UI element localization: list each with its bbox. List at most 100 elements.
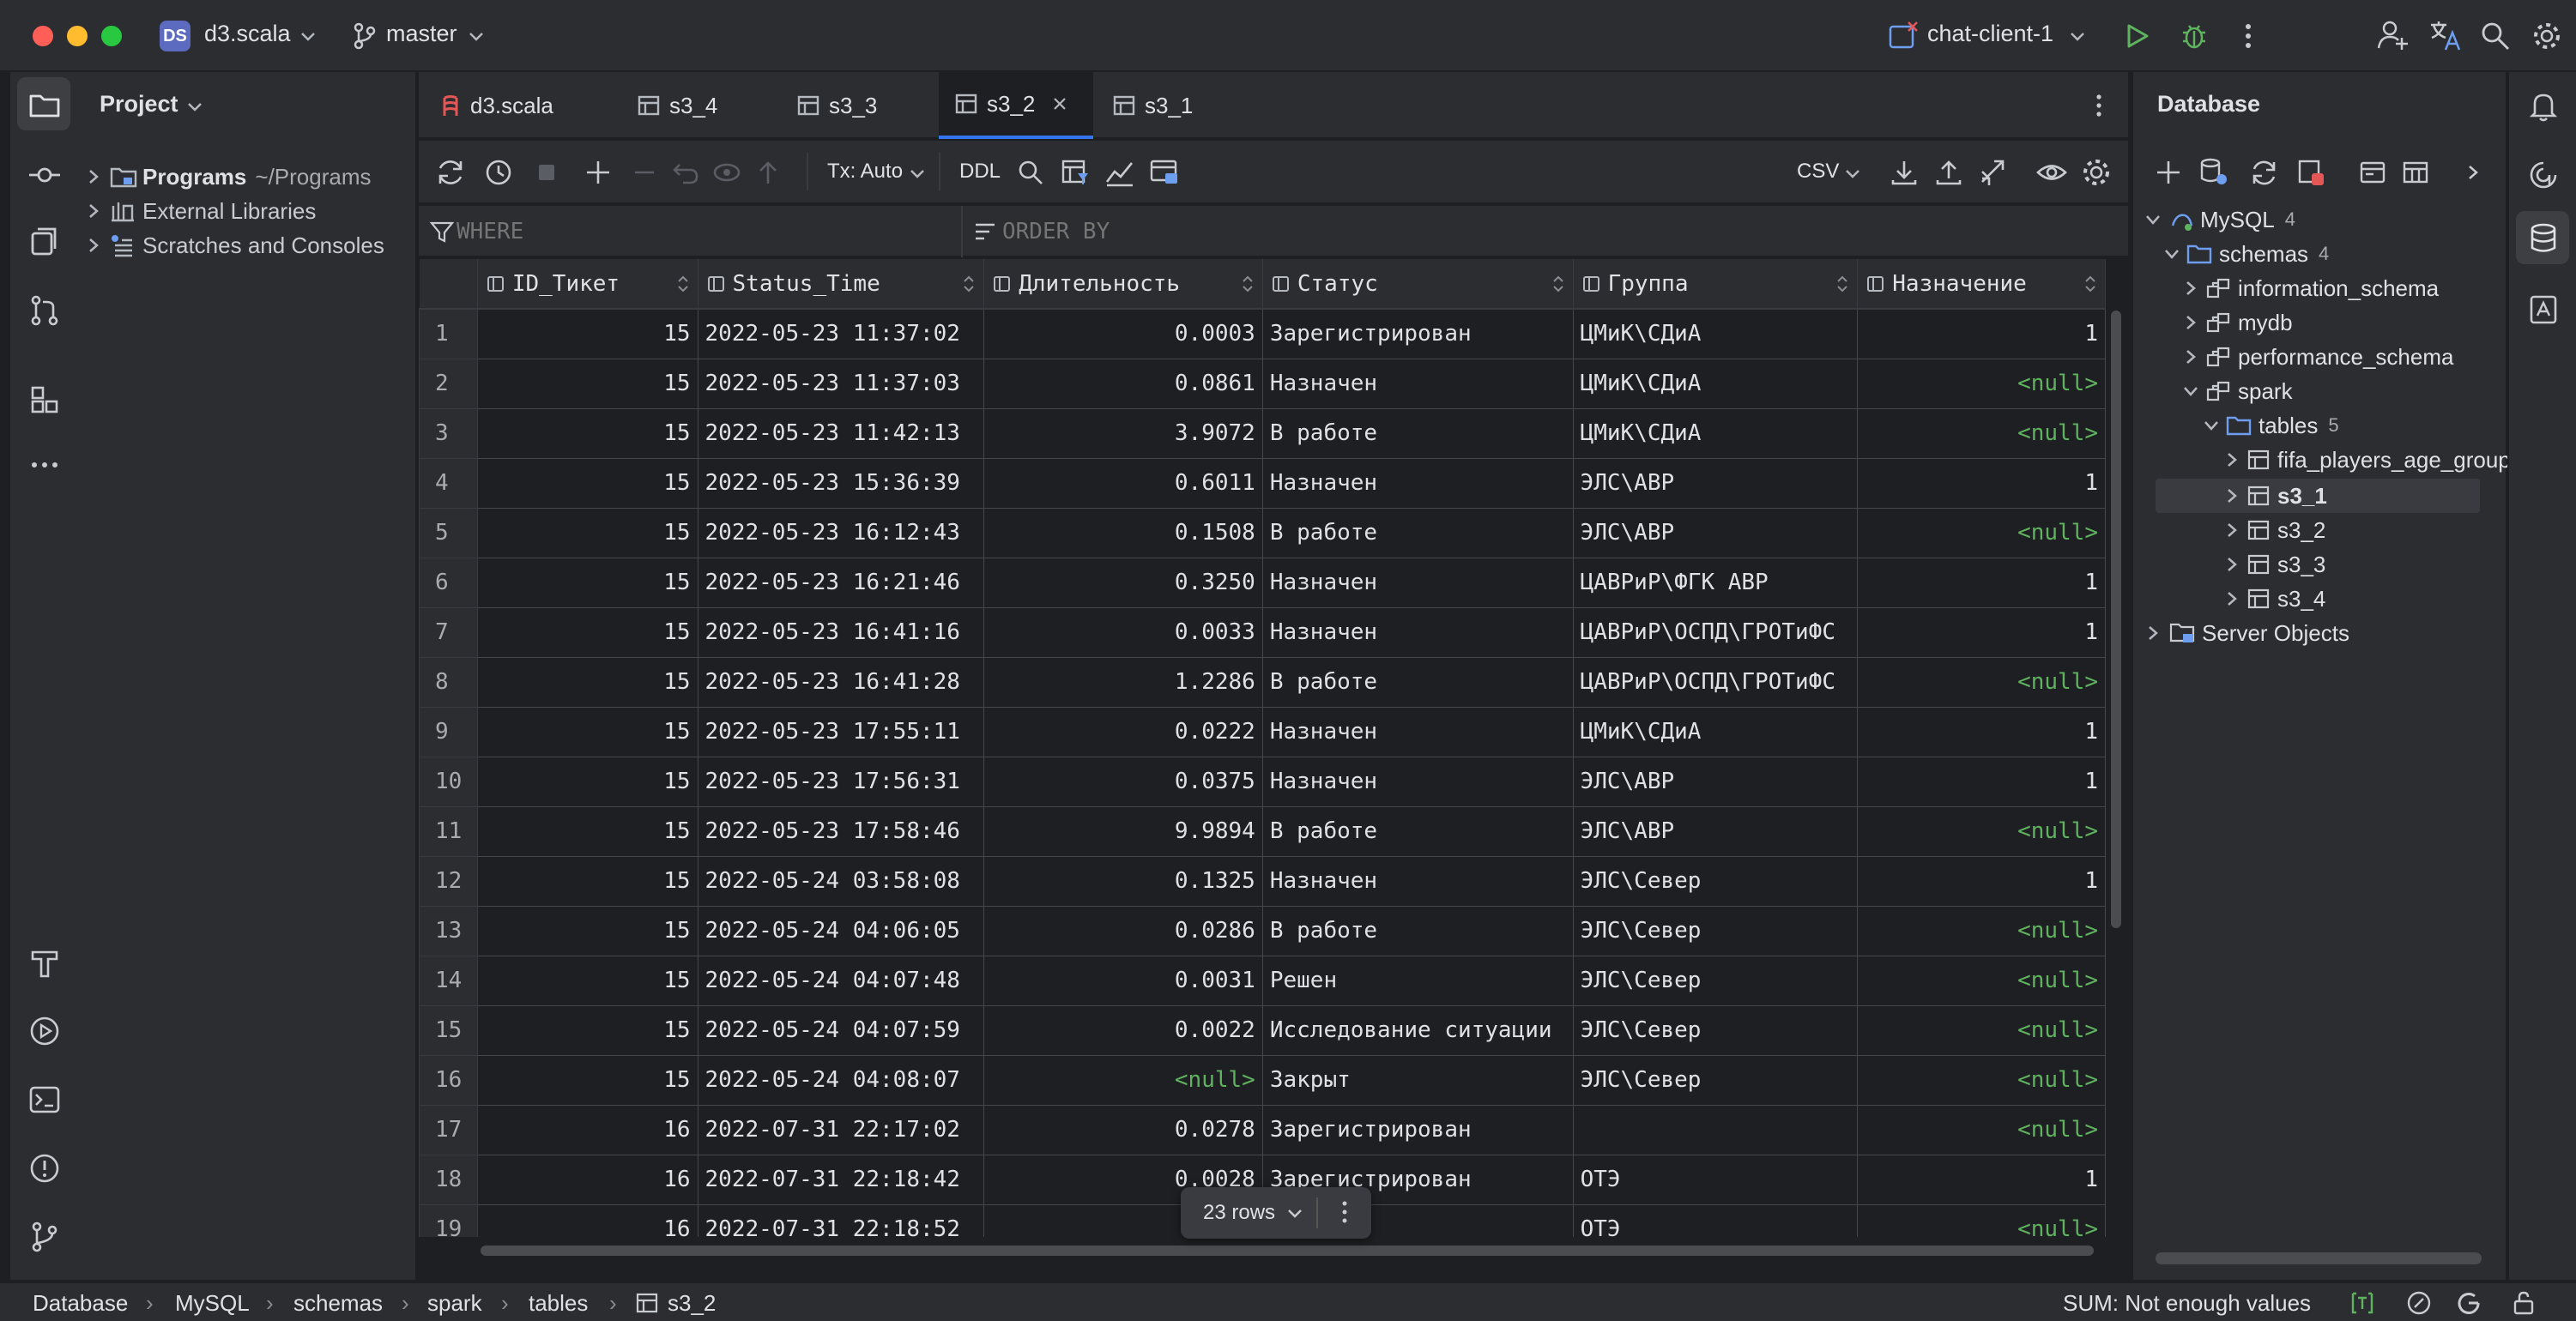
cell-status-time[interactable]: 2022-05-23 16:41:16	[697, 606, 985, 658]
cell-status-time[interactable]: 2022-05-24 04:08:07	[697, 1054, 985, 1106]
cell-status-time[interactable]: 2022-05-23 11:37:03	[697, 358, 985, 409]
table-row[interactable]: 6 15 2022-05-23 16:21:46 0.3250 Назначен ЦАВР…	[419, 557, 2106, 608]
branch-dropdown[interactable]: master	[386, 21, 457, 47]
sql-console-icon[interactable]	[2526, 292, 2561, 326]
cell-id-ticket[interactable]: 15	[476, 706, 698, 757]
table-row[interactable]: 1 15 2022-05-23 11:37:02 0.0003 Зарегистриро…	[419, 308, 2106, 359]
cell-assignment[interactable]: <null>	[1857, 1104, 2106, 1155]
transaction-mode-dropdown[interactable]: Tx: Auto	[827, 160, 903, 184]
cell-status-time[interactable]: 2022-05-24 04:06:05	[697, 905, 985, 956]
breadcrumb-mysql[interactable]: MySQL	[175, 1290, 250, 1317]
cell-id-ticket[interactable]: 15	[476, 358, 698, 409]
cell-duration[interactable]: <null>	[983, 1054, 1263, 1106]
add-icon[interactable]	[2154, 158, 2183, 187]
tree-item-mysql[interactable]: MySQL 4	[2144, 202, 2295, 237]
sort-toggle-icon[interactable]	[677, 271, 689, 297]
tree-item-schemas[interactable]: schemas 4	[2162, 237, 2329, 271]
tree-item-s3-4[interactable]: s3_4	[2222, 582, 2325, 616]
table-row[interactable]: 14 15 2022-05-24 04:07:48 0.0031 Решен ЭЛС\Се…	[419, 955, 2106, 1006]
tab-s3-2-active[interactable]: s3_2	[939, 72, 1093, 139]
cell-status[interactable]: Закрыт	[1261, 1054, 1574, 1106]
table-row[interactable]: 17 16 2022-07-31 22:17:02 0.0278 Зарегистрир…	[419, 1104, 2106, 1155]
sort-toggle-icon[interactable]	[963, 271, 975, 297]
tree-item-performance-schema[interactable]: performance_schema	[2181, 340, 2453, 374]
cell-assignment[interactable]: 1	[1857, 1154, 2106, 1205]
refresh-icon[interactable]	[434, 156, 467, 189]
cell-group[interactable]: ЭЛС\Север	[1572, 905, 1859, 956]
cell-assignment[interactable]: <null>	[1857, 507, 2106, 558]
cell-id-ticket[interactable]: 15	[476, 1054, 698, 1106]
structure-icon[interactable]	[27, 225, 62, 259]
sort-toggle-icon[interactable]	[2084, 271, 2096, 297]
debug-icon[interactable]	[2180, 21, 2209, 51]
cell-duration[interactable]: 9.9894	[983, 805, 1263, 857]
cell-group[interactable]: ЦАВРиР\ОСПД\ГРОТиФС	[1572, 606, 1859, 658]
table-row[interactable]: 7 15 2022-05-23 16:41:16 0.0033 Назначен ЦАВР…	[419, 606, 2106, 658]
inspection-widget-icon[interactable]	[2406, 1290, 2432, 1316]
tree-item-information-schema[interactable]: information_schema	[2181, 271, 2439, 305]
cell-group[interactable]: ЭЛС\АВР	[1572, 756, 1859, 807]
cell-duration[interactable]: 0.0031	[983, 955, 1263, 1006]
tabs-more-icon[interactable]	[2094, 93, 2104, 118]
cell-duration[interactable]: 0.0003	[983, 308, 1263, 359]
google-account-icon[interactable]	[2456, 1290, 2482, 1316]
cell-assignment[interactable]: 1	[1857, 557, 2106, 608]
cell-assignment[interactable]: <null>	[1857, 1004, 2106, 1056]
table-row[interactable]: 3 15 2022-05-23 11:42:13 3.9072 В работе ЦМиК…	[419, 407, 2106, 459]
cell-status-time[interactable]: 2022-07-31 22:18:42	[697, 1154, 985, 1205]
tree-item-mydb[interactable]: mydb	[2181, 305, 2293, 340]
cell-group[interactable]: ЭЛС\Север	[1572, 1004, 1859, 1056]
tab-s3-3[interactable]: s3_3	[796, 72, 877, 139]
tab-s3-1[interactable]: s3_1	[1112, 72, 1193, 139]
cell-duration[interactable]: 0.0286	[983, 905, 1263, 956]
tree-item-scratches[interactable]: Scratches and Consoles	[84, 228, 384, 262]
cell-id-ticket[interactable]: 15	[476, 407, 698, 459]
sort-toggle-icon[interactable]	[1242, 271, 1254, 297]
column-header-group[interactable]: Группа	[1573, 259, 1859, 310]
settings-gear-icon[interactable]	[2531, 21, 2562, 51]
cell-assignment[interactable]: 1	[1857, 706, 2106, 757]
cell-status[interactable]: В работе	[1261, 805, 1574, 857]
cell-assignment[interactable]: <null>	[1857, 407, 2106, 459]
delete-row-icon[interactable]	[628, 156, 661, 189]
sort-toggle-icon[interactable]	[1836, 271, 1848, 297]
cell-duration[interactable]: 0.3250	[983, 557, 1263, 608]
sort-toggle-icon[interactable]	[1552, 271, 1564, 297]
run-config-dropdown[interactable]: chat-client-1	[1927, 21, 2053, 47]
cell-id-ticket[interactable]: 15	[476, 756, 698, 807]
git-icon[interactable]	[27, 1220, 62, 1254]
cell-assignment[interactable]: 1	[1857, 756, 2106, 807]
history-clock-icon[interactable]	[482, 156, 515, 189]
cell-status-time[interactable]: 2022-05-24 04:07:48	[697, 955, 985, 1006]
find-icon[interactable]	[1014, 156, 1047, 189]
vertical-scrollbar[interactable]	[2111, 311, 2121, 928]
eye-icon[interactable]	[2035, 156, 2068, 189]
plugins-icon[interactable]	[27, 383, 62, 417]
cell-status-time[interactable]: 2022-05-23 17:56:31	[697, 756, 985, 807]
cell-group[interactable]: ЭЛС\Север	[1572, 955, 1859, 1006]
cell-status-time[interactable]: 2022-05-23 17:55:11	[697, 706, 985, 757]
tree-item-s3-3[interactable]: s3_3	[2222, 547, 2325, 582]
tree-item-s3-1[interactable]: s3_1	[2222, 479, 2327, 513]
table-row[interactable]: 5 15 2022-05-23 16:12:43 0.1508 В работе ЭЛС\…	[419, 507, 2106, 558]
tree-item-s3-2[interactable]: s3_2	[2222, 513, 2325, 547]
cell-id-ticket[interactable]: 15	[476, 606, 698, 658]
cell-assignment[interactable]: 1	[1857, 606, 2106, 658]
table-row[interactable]: 10 15 2022-05-23 17:56:31 0.0375 Назначен ЭЛС…	[419, 756, 2106, 807]
cell-duration[interactable]: 0.0278	[983, 1104, 1263, 1155]
cell-status[interactable]: В работе	[1261, 407, 1574, 459]
cell-status[interactable]: Назначен	[1261, 855, 1574, 907]
cell-id-ticket[interactable]: 16	[476, 1154, 698, 1205]
tree-item-programs[interactable]: Programs ~/Programs	[84, 160, 372, 194]
breadcrumb-database[interactable]: Database	[33, 1290, 128, 1317]
cell-status-time[interactable]: 2022-05-23 16:41:28	[697, 656, 985, 708]
close-window-button[interactable]	[33, 26, 53, 46]
cell-assignment[interactable]: <null>	[1857, 656, 2106, 708]
tab-d3-scala[interactable]: d3.scala	[439, 72, 553, 139]
cell-status-time[interactable]: 2022-05-24 04:07:59	[697, 1004, 985, 1056]
chart-icon[interactable]	[1104, 156, 1136, 189]
sql-dialect-icon[interactable]	[2349, 1290, 2375, 1316]
table-row[interactable]: 8 15 2022-05-23 16:41:28 1.2286 В работе ЦАВР…	[419, 656, 2106, 708]
cell-group[interactable]	[1572, 1104, 1859, 1155]
cell-status[interactable]: В работе	[1261, 507, 1574, 558]
